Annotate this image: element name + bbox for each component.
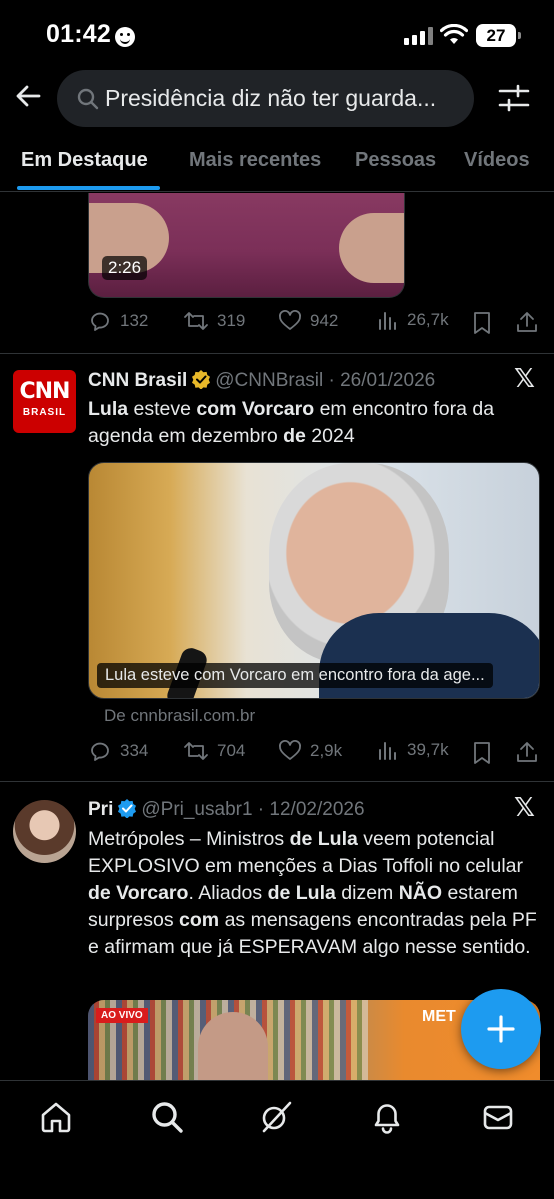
status-bar: 01:42 27 [0,0,554,66]
post-actions: 132 319 942 26,7k [0,309,554,337]
views-button[interactable]: 26,7k [377,309,449,331]
views-chart-icon [379,312,396,330]
video-thumbnail[interactable] [88,193,405,298]
views-count: 39,7k [407,740,449,759]
search-icon[interactable] [150,1100,184,1134]
like-button[interactable]: 942 [278,309,338,333]
post-header: Pri @Pri_usabr1 · 12/02/2026 [88,798,365,821]
repost-count: 319 [217,311,246,330]
messages-icon[interactable] [481,1100,515,1134]
wifi-icon [440,24,468,44]
dot-separator: · [252,799,270,820]
post-text: Metrópoles – Ministros de Lula veem pote… [88,828,537,958]
search-tabs: Em Destaque Mais recentes Pessoas Vídeos [0,130,554,192]
repost-icon [184,312,208,330]
repost-icon [184,742,208,760]
author-handle[interactable]: @Pri_usabr1 [141,799,252,820]
grok-icon[interactable] [259,1100,293,1134]
search-input[interactable]: Presidência diz não ter guarda... [57,70,474,127]
cnn-logo-subtext: BRASIL [22,407,67,418]
x-logo-icon: 𝕏 [514,793,535,823]
repost-count: 704 [217,741,246,760]
avatar[interactable] [13,800,76,863]
share-icon[interactable] [515,740,539,764]
cnn-logo-text: CNN [19,379,71,404]
bottom-navigation [0,1080,554,1199]
verified-gold-icon [192,370,211,389]
battery-icon: 27 [476,24,521,47]
search-query: Presidência diz não ter guarda... [105,85,437,111]
author-handle[interactable]: @CNNBrasil [215,370,323,391]
tab-videos[interactable]: Vídeos [464,149,530,172]
cellular-signal-icon [404,27,434,45]
reply-icon [91,742,109,761]
link-card-caption: Lula esteve com Vorcaro em encontro fora… [97,663,493,688]
post-video[interactable]: 2:26 132 319 942 26,7k [0,193,554,354]
post-text: Lula esteve com Vorcaro em encontro fora… [88,398,495,447]
bookmark-icon[interactable] [472,311,492,335]
author-name[interactable]: Pri [88,799,113,820]
repost-button[interactable]: 704 [183,739,245,763]
views-button[interactable]: 39,7k [377,739,449,761]
x-logo-icon: 𝕏 [514,364,535,394]
compose-post-button[interactable] [461,989,541,1069]
search-header: Presidência diz não ter guarda... [0,66,554,130]
tab-em-destaque[interactable]: Em Destaque [21,149,148,172]
like-count: 942 [310,311,339,330]
like-button[interactable]: 2,9k [278,739,342,763]
smiley-icon [115,27,135,47]
back-arrow-icon[interactable] [14,82,42,110]
reply-button[interactable]: 132 [88,309,148,333]
heart-icon [279,740,301,760]
notifications-icon[interactable] [370,1100,404,1134]
bookmark-icon[interactable] [472,741,492,765]
views-chart-icon [379,742,396,760]
link-card-source[interactable]: De cnnbrasil.com.br [104,706,255,726]
post-cnn-brasil[interactable]: CNN BRASIL CNN Brasil @CNNBrasil · 26/01/… [0,354,554,782]
plus-icon [487,1015,515,1043]
avatar[interactable]: CNN BRASIL [13,370,76,433]
repost-button[interactable]: 319 [183,309,245,333]
verified-blue-icon [118,799,137,818]
video-duration: 2:26 [102,256,148,280]
tab-pessoas[interactable]: Pessoas [355,149,436,172]
reply-icon [91,312,109,331]
link-card-image[interactable]: Lula esteve com Vorcaro em encontro fora… [88,462,540,699]
status-time: 01:42 [46,20,111,48]
heart-icon [279,310,301,330]
post-date[interactable]: 12/02/2026 [269,799,364,820]
dot-separator: · [323,370,341,391]
metropoles-logo: MET [422,1008,456,1025]
reply-count: 334 [120,741,149,760]
reply-button[interactable]: 334 [88,739,148,763]
tab-mais-recentes[interactable]: Mais recentes [189,149,321,172]
author-name[interactable]: CNN Brasil [88,370,187,391]
live-badge: AO VIVO [96,1008,148,1023]
home-icon[interactable] [39,1100,73,1134]
active-tab-indicator [17,186,160,190]
search-icon [77,88,99,110]
views-count: 26,7k [407,310,449,329]
like-count: 2,9k [310,741,343,760]
search-results-feed[interactable]: 2:26 132 319 942 26,7k CNN BRASIL CNN Br… [0,193,554,1080]
filter-sliders-icon[interactable] [498,84,530,112]
share-icon[interactable] [515,310,539,334]
reply-count: 132 [120,311,149,330]
post-header: CNN Brasil @CNNBrasil · 26/01/2026 [88,369,435,392]
post-date[interactable]: 26/01/2026 [340,370,435,391]
post-actions: 334 704 2,9k 39,7k [0,739,554,767]
